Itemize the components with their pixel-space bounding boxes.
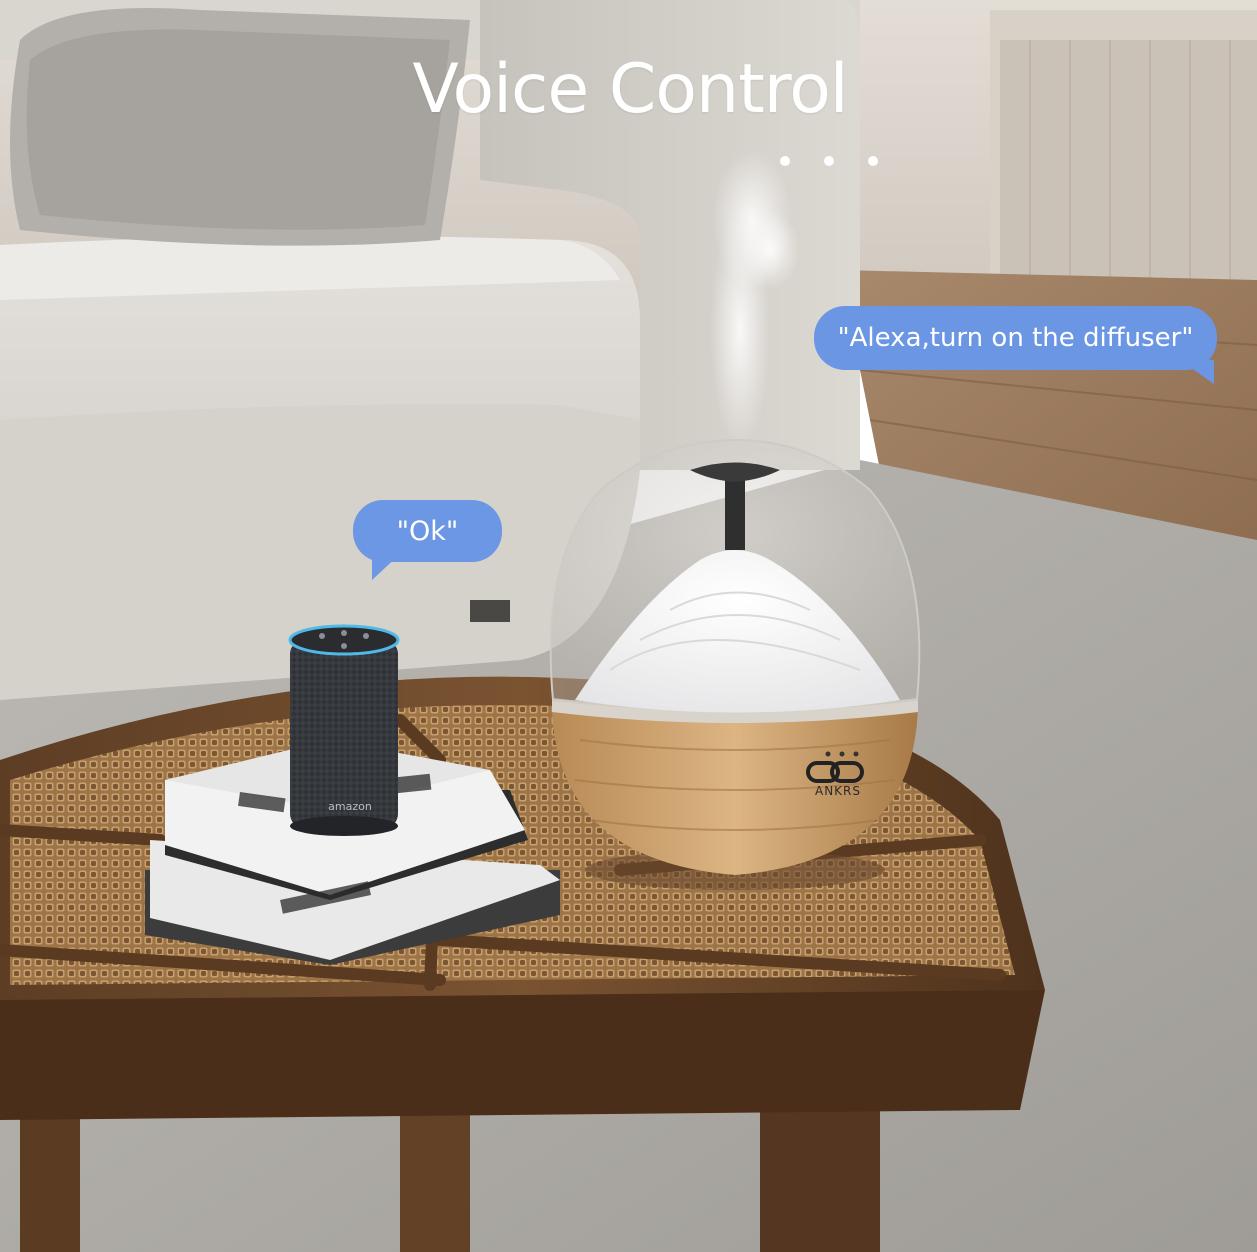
typing-dot	[824, 156, 834, 166]
speaker-reply-text: "Ok"	[396, 515, 459, 547]
typing-dot	[780, 156, 790, 166]
voice-command-bubble: "Alexa,turn on the diffuser"	[814, 306, 1217, 370]
room-scene	[0, 0, 1257, 1252]
scene: amazon ANKRS Voice Control "Alexa,turn o…	[0, 0, 1257, 1252]
voice-command-bubble-tail	[1180, 360, 1214, 384]
voice-command-text: "Alexa,turn on the diffuser"	[837, 323, 1194, 353]
speaker-brand-label: amazon	[328, 800, 372, 813]
typing-dots	[776, 152, 886, 168]
speaker-reply-bubble-tail	[372, 554, 400, 580]
headline: Voice Control	[412, 50, 848, 129]
typing-dot	[868, 156, 878, 166]
speaker-reply-bubble: "Ok"	[353, 500, 502, 562]
diffuser-brand-label: ANKRS	[814, 784, 861, 798]
